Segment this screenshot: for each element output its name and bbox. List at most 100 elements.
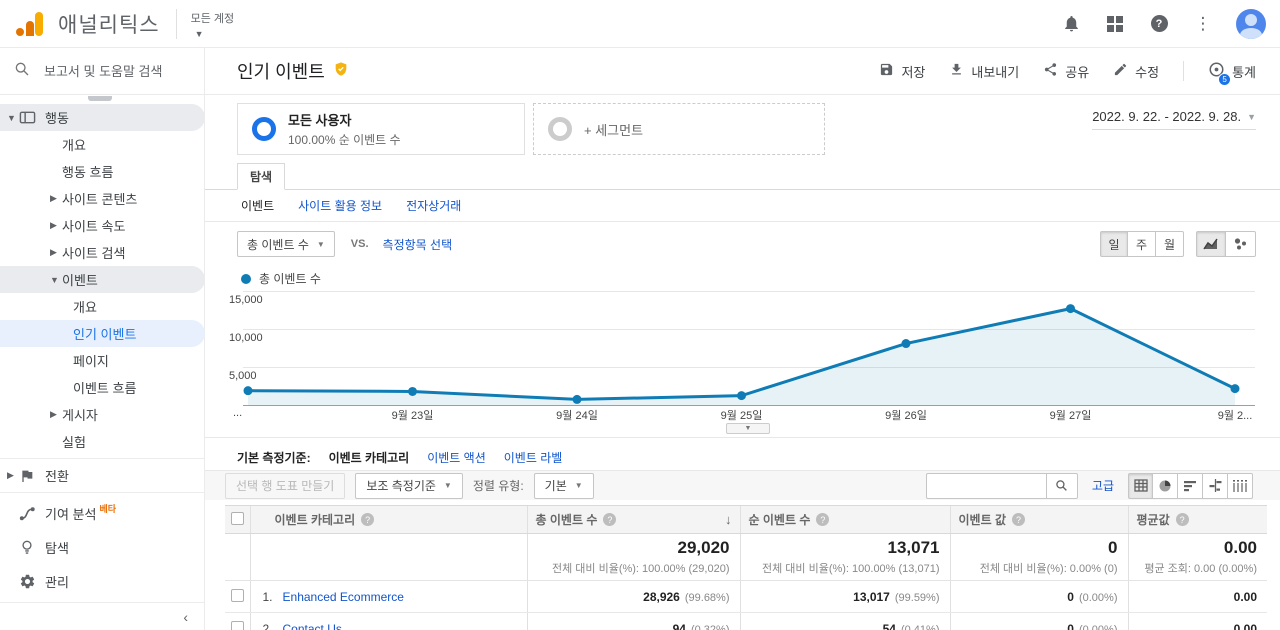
- collapse-sidebar-icon[interactable]: ‹: [183, 609, 188, 625]
- sidebar-nav: ▼ 행동 개요 행동 흐름 ▶ 사이트 콘텐츠 ▶ 사이트 속도 ▶ 사이트 검색 ▼…: [0, 95, 205, 598]
- caret-down-icon: ▼: [50, 274, 59, 285]
- sidebar-item-experiments[interactable]: 실험: [0, 428, 204, 455]
- subtab-site-usage[interactable]: 사이트 활용 정보: [298, 197, 382, 214]
- motion-chart-toggle-icon[interactable]: [1226, 231, 1256, 257]
- sidebar-item-attribution[interactable]: 기여 분석 베타: [0, 496, 204, 530]
- help-icon[interactable]: ?: [603, 513, 617, 526]
- help-icon[interactable]: ?: [1175, 513, 1189, 526]
- apps-grid-icon[interactable]: [1104, 13, 1126, 35]
- divider: [205, 437, 1280, 438]
- segment-ring-icon: [548, 117, 572, 141]
- help-icon[interactable]: ?: [361, 513, 375, 526]
- attribution-icon: [18, 504, 36, 522]
- row-checkbox[interactable]: [230, 620, 244, 630]
- report-search-input[interactable]: [44, 63, 194, 79]
- granularity-toggle: 일 주 월: [1100, 231, 1184, 257]
- chart-collapse-button[interactable]: ▼: [726, 423, 770, 434]
- granularity-week-button[interactable]: 주: [1128, 231, 1156, 257]
- sidebar-item-site-speed[interactable]: ▶ 사이트 속도: [0, 212, 204, 239]
- edit-button[interactable]: 수정: [1113, 62, 1159, 81]
- kebab-menu-icon[interactable]: ⋮: [1192, 13, 1214, 35]
- sidebar-item-pages[interactable]: 페이지: [0, 347, 204, 374]
- account-switcher[interactable]: 모든 계정 ▼: [191, 8, 235, 39]
- sidebar-item-overview[interactable]: 개요: [0, 131, 204, 158]
- dimension-event-category[interactable]: 이벤트 카테고리: [329, 449, 410, 466]
- subtab-events[interactable]: 이벤트: [241, 197, 274, 214]
- caret-down-icon: ▼: [194, 29, 204, 39]
- pivot-view-icon[interactable]: [1228, 472, 1253, 499]
- beta-badge: 베타: [99, 503, 117, 514]
- sidebar-item-site-content[interactable]: ▶ 사이트 콘텐츠: [0, 185, 204, 212]
- save-button[interactable]: 저장: [879, 62, 925, 81]
- datatable-view-icon[interactable]: [1128, 472, 1153, 499]
- google-analytics-logo-icon[interactable]: [16, 9, 46, 39]
- insights-icon: 5: [1208, 61, 1232, 86]
- divider: [1183, 61, 1185, 81]
- pencil-icon: [1113, 62, 1128, 80]
- sidebar-item-site-search[interactable]: ▶ 사이트 검색: [0, 239, 204, 266]
- app-title[interactable]: 애널리틱스: [58, 9, 160, 39]
- sidebar-item-conversions[interactable]: ▶ 전환: [0, 462, 204, 489]
- percentage-view-icon[interactable]: [1153, 472, 1178, 499]
- sidebar-item-events-flow[interactable]: 이벤트 흐름: [0, 374, 204, 401]
- sidebar-item-discover[interactable]: 탐색: [0, 530, 204, 564]
- table-search-input[interactable]: [925, 472, 1046, 499]
- column-unique-events[interactable]: 순 이벤트 수?: [739, 505, 950, 534]
- column-event-value[interactable]: 이벤트 값?: [949, 505, 1128, 534]
- table-view-toggle: [1128, 472, 1253, 499]
- table-search-button[interactable]: [1045, 472, 1078, 499]
- table-toolbar: 선택 행 도표 만들기 보조 측정기준 ▼ 정렬 유형: 기본 ▼ 고급: [205, 470, 1280, 500]
- chart-controls: 총 이벤트 수 ▼ VS. 측정항목 선택 일 주 월: [205, 228, 1280, 260]
- event-category-link[interactable]: Enhanced Ecommerce: [283, 590, 404, 604]
- row-checkbox[interactable]: [230, 588, 244, 602]
- gear-icon: [18, 572, 36, 590]
- sidebar-item-behavior-flow[interactable]: 행동 흐름: [0, 158, 204, 185]
- topbar: 애널리틱스 모든 계정 ▼ ? ⋮: [0, 0, 1280, 48]
- add-segment-button[interactable]: + 세그먼트: [533, 103, 825, 155]
- share-button[interactable]: 공유: [1043, 62, 1089, 81]
- tab-explorer[interactable]: 탐색: [237, 163, 286, 190]
- save-icon: [879, 62, 894, 80]
- comparison-view-icon[interactable]: [1203, 472, 1228, 499]
- table-summary-row: 29,020 전체 대비 비율(%): 100.00% (29,020) 13,0…: [225, 533, 1267, 581]
- timeseries-chart[interactable]: 5,000 10,000 15,000 ... 9월 23일 9월 24일 9월 25일 9…: [225, 291, 1265, 425]
- date-range-selector[interactable]: 2022. 9. 22. - 2022. 9. 28. ▼: [1092, 109, 1256, 130]
- help-icon[interactable]: ?: [816, 513, 830, 526]
- select-all-checkbox[interactable]: [230, 511, 244, 525]
- chart-type-toggle: [1196, 231, 1256, 257]
- notifications-bell-icon[interactable]: [1060, 13, 1082, 35]
- advanced-filter-link[interactable]: 고급: [1092, 477, 1114, 494]
- metric-dropdown[interactable]: 총 이벤트 수 ▼: [237, 231, 335, 257]
- sidebar-item-behavior[interactable]: ▼ 행동: [0, 104, 205, 131]
- user-avatar[interactable]: [1236, 8, 1266, 39]
- subtab-ecommerce[interactable]: 전자상거래: [406, 197, 461, 214]
- export-button[interactable]: 내보내기: [949, 62, 1019, 81]
- sort-type-dropdown[interactable]: 기본 ▼: [533, 472, 594, 499]
- insights-count-badge: 5: [1218, 73, 1232, 86]
- granularity-month-button[interactable]: 월: [1156, 231, 1184, 257]
- sidebar-item-publisher[interactable]: ▶ 게시자: [0, 401, 204, 428]
- sidebar-item-events-overview[interactable]: 개요: [0, 293, 204, 320]
- insights-button[interactable]: 5 통계: [1208, 61, 1256, 86]
- sidebar-item-admin[interactable]: 관리: [0, 564, 204, 598]
- sidebar-item-events[interactable]: ▼ 이벤트: [0, 266, 205, 293]
- table-row: 1. Enhanced Ecommerce 28,926 (99.68%) 13,0…: [225, 580, 1267, 613]
- performance-view-icon[interactable]: [1178, 472, 1203, 499]
- dimension-event-label[interactable]: 이벤트 라벨: [504, 449, 563, 466]
- segment-all-users[interactable]: 모든 사용자 100.00% 순 이벤트 수: [237, 103, 525, 155]
- granularity-day-button[interactable]: 일: [1100, 231, 1128, 257]
- sidebar-item-top-events[interactable]: 인기 이벤트: [0, 320, 205, 347]
- event-category-link[interactable]: Contact Us: [283, 622, 342, 630]
- column-total-events[interactable]: 총 이벤트 수? ↓: [526, 505, 740, 534]
- secondary-dimension-dropdown[interactable]: 보조 측정기준 ▼: [355, 472, 463, 499]
- page-title: 인기 이벤트: [237, 62, 325, 82]
- line-chart-toggle-icon[interactable]: [1196, 231, 1226, 257]
- segment-ring-icon: [252, 117, 276, 141]
- column-avg-value[interactable]: 평균값?: [1127, 505, 1267, 534]
- caret-right-icon: ▶: [50, 220, 57, 230]
- help-icon[interactable]: ?: [1148, 13, 1170, 35]
- help-icon[interactable]: ?: [1012, 513, 1025, 526]
- select-metric-link[interactable]: 측정항목 선택: [383, 236, 453, 253]
- dimension-event-action[interactable]: 이벤트 액션: [427, 449, 486, 466]
- plot-rows-button[interactable]: 선택 행 도표 만들기: [225, 472, 346, 499]
